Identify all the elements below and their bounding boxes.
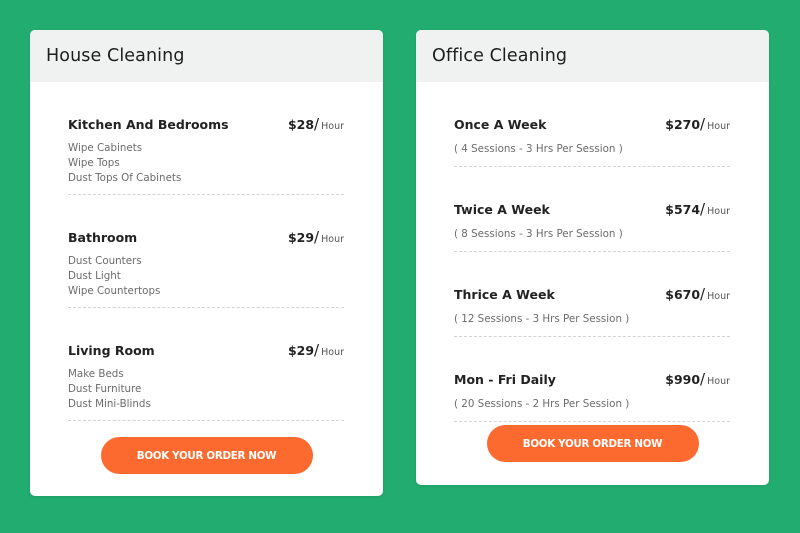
price-amount: $990 [665, 372, 701, 387]
task-item: Dust Tops Of Cabinets [68, 172, 182, 184]
price-unit: Hour [321, 234, 344, 245]
card-header: Office Cleaning [416, 30, 769, 82]
plan-item: Thrice A Week $670/Hour ( 12 Sessions - … [454, 252, 730, 337]
price-slash: / [700, 370, 706, 388]
plan-price: $990/Hour [665, 369, 730, 388]
service-list: Kitchen And Bedrooms $28/Hour Wipe Cabin… [30, 82, 383, 421]
plan-price: $670/Hour [665, 284, 730, 303]
card-header: House Cleaning [30, 30, 383, 82]
service-item: Living Room $29/Hour Make Beds Dust Furn… [68, 308, 344, 421]
price-amount: $28 [287, 117, 315, 132]
plan-detail: ( 12 Sessions - 3 Hrs Per Session ) [454, 313, 630, 325]
service-price: $29/Hour [288, 340, 344, 359]
price-unit: Hour [707, 121, 730, 132]
price-slash: / [314, 228, 320, 246]
service-name: Kitchen And Bedrooms [68, 117, 229, 132]
price-amount: $574 [665, 202, 701, 217]
price-unit: Hour [321, 121, 344, 132]
book-order-button[interactable]: BOOK YOUR ORDER NOW [100, 437, 313, 474]
price-slash: / [700, 285, 706, 303]
plan-name: Thrice A Week [454, 287, 555, 302]
office-cleaning-card: Office Cleaning Once A Week $270/Hour ( … [416, 30, 769, 485]
plan-detail: ( 8 Sessions - 3 Hrs Per Session ) [454, 228, 623, 240]
card-title: Office Cleaning [432, 46, 568, 66]
plan-name: Mon - Fri Daily [454, 372, 556, 387]
price-unit: Hour [321, 347, 344, 358]
task-item: Wipe Countertops [68, 285, 161, 297]
task-item: Dust Light [68, 270, 121, 282]
service-price: $29/Hour [288, 227, 344, 246]
price-amount: $29 [287, 343, 315, 358]
plan-price: $270/Hour [665, 114, 730, 133]
task-item: Wipe Cabinets [68, 142, 143, 154]
price-slash: / [314, 115, 320, 133]
service-item: Bathroom $29/Hour Dust Counters Dust Lig… [68, 195, 344, 308]
price-unit: Hour [707, 291, 730, 302]
plan-name: Twice A Week [454, 202, 550, 217]
plan-price: $574/Hour [665, 199, 730, 218]
service-name: Bathroom [68, 230, 138, 245]
task-item: Wipe Tops [68, 157, 120, 169]
price-slash: / [314, 341, 320, 359]
task-item: Make Beds [68, 368, 124, 380]
service-item: Kitchen And Bedrooms $28/Hour Wipe Cabin… [68, 82, 344, 195]
service-price: $28/Hour [288, 114, 344, 133]
plan-name: Once A Week [454, 117, 547, 132]
plan-item: Mon - Fri Daily $990/Hour ( 20 Sessions … [454, 337, 730, 422]
plan-detail: ( 4 Sessions - 3 Hrs Per Session ) [454, 143, 623, 155]
task-item: Dust Counters [68, 255, 142, 267]
task-item: Dust Mini-Blinds [68, 398, 151, 410]
price-amount: $270 [665, 117, 701, 132]
plan-detail: ( 20 Sessions - 2 Hrs Per Session ) [454, 398, 630, 410]
price-slash: / [700, 115, 706, 133]
card-title: House Cleaning [46, 46, 185, 66]
plan-list: Once A Week $270/Hour ( 4 Sessions - 3 H… [416, 82, 769, 422]
plan-item: Once A Week $270/Hour ( 4 Sessions - 3 H… [454, 82, 730, 167]
service-name: Living Room [68, 343, 155, 358]
price-unit: Hour [707, 206, 730, 217]
house-cleaning-card: House Cleaning Kitchen And Bedrooms $28/… [30, 30, 383, 496]
price-slash: / [700, 200, 706, 218]
price-unit: Hour [707, 376, 730, 387]
book-order-button[interactable]: BOOK YOUR ORDER NOW [486, 425, 699, 462]
price-amount: $29 [287, 230, 315, 245]
price-amount: $670 [665, 287, 701, 302]
plan-item: Twice A Week $574/Hour ( 8 Sessions - 3 … [454, 167, 730, 252]
task-item: Dust Furniture [68, 383, 142, 395]
